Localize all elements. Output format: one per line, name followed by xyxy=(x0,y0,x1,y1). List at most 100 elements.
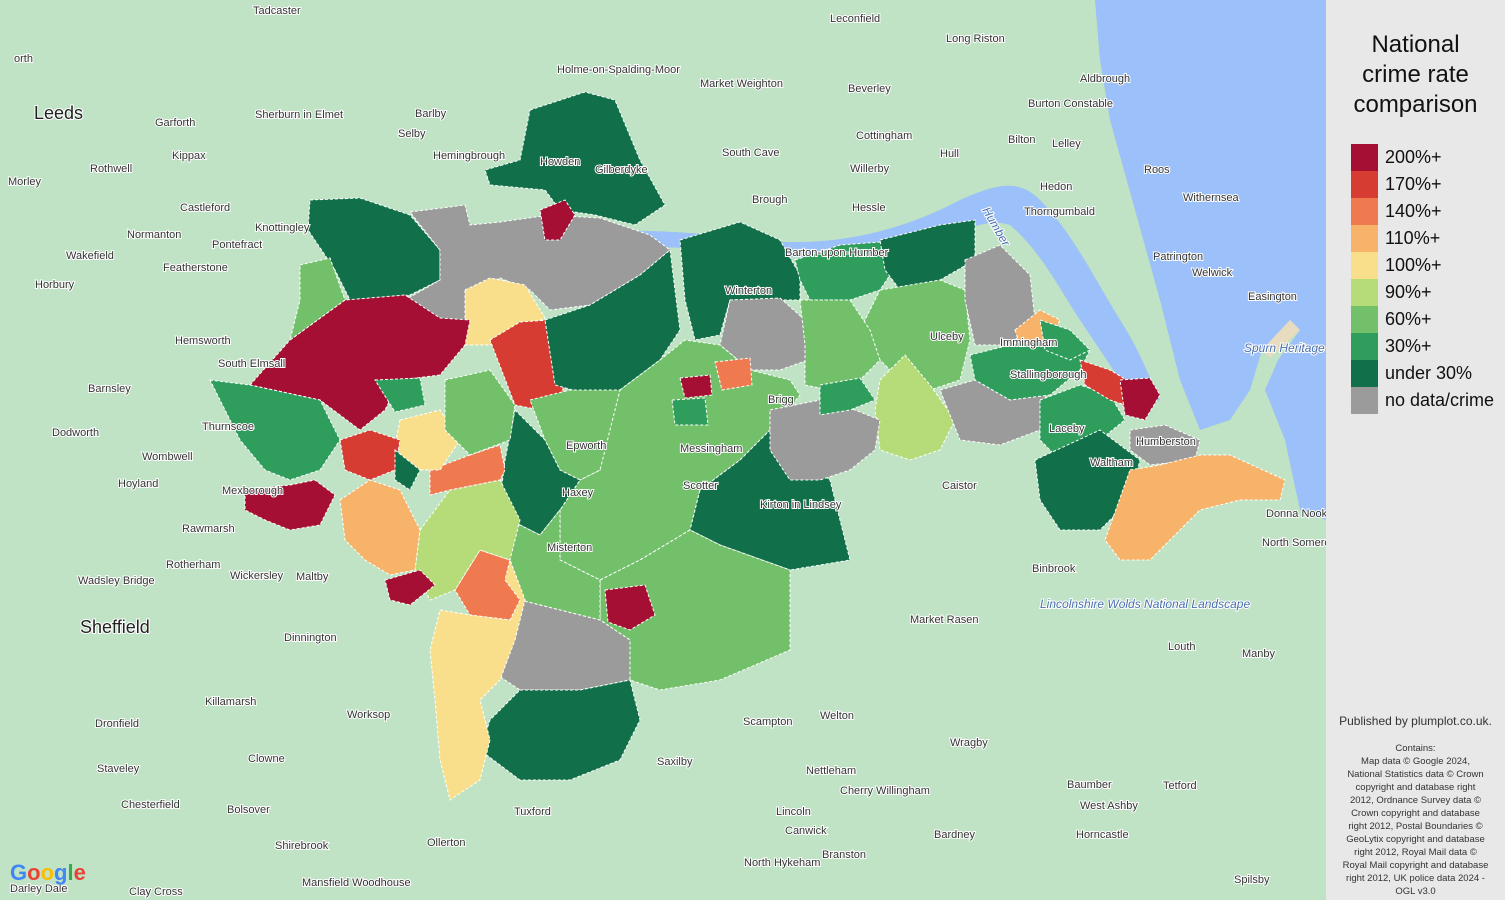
label-kippax: Kippax xyxy=(172,150,206,162)
label-aldbrough: Aldbrough xyxy=(1080,73,1130,85)
label-easington: Easington xyxy=(1248,291,1297,303)
label-worksop: Worksop xyxy=(347,709,390,721)
label-burton-constable: Burton Constable xyxy=(1028,98,1113,110)
label-waltham: Waltham xyxy=(1090,457,1133,469)
google-logo: Google xyxy=(10,860,86,886)
legend-swatch xyxy=(1351,225,1378,252)
label-west-ashby: West Ashby xyxy=(1080,800,1138,812)
label-chesterfield: Chesterfield xyxy=(121,799,180,811)
label-wadsley-bridge: Wadsley Bridge xyxy=(78,575,155,587)
label-staveley: Staveley xyxy=(97,763,140,775)
label-spurn: Spurn Heritage Coast xyxy=(1244,341,1326,355)
legend-panel: National crime rate comparison 200%+ 170%… xyxy=(1326,0,1505,900)
label-wakefield: Wakefield xyxy=(66,250,114,262)
label-market-weighton: Market Weighton xyxy=(700,78,783,90)
label-south-cave: South Cave xyxy=(722,147,779,159)
label-knottingley: Knottingley xyxy=(255,222,310,234)
legend-swatch xyxy=(1351,252,1378,279)
label-humberston: Humberston xyxy=(1136,436,1196,448)
label-hessle: Hessle xyxy=(852,202,886,214)
attribution-line: right 2012, Royal Mail data © xyxy=(1354,847,1477,858)
label-hemsworth: Hemsworth xyxy=(175,335,231,347)
label-cherry-willingham: Cherry Willingham xyxy=(840,785,930,797)
label-canwick: Canwick xyxy=(785,825,827,837)
label-epworth: Epworth xyxy=(566,440,606,452)
district-green-small-2 xyxy=(671,397,709,426)
legend-item: 110%+ xyxy=(1351,225,1501,252)
legend-label: 110%+ xyxy=(1385,228,1441,248)
label-rotherham: Rotherham xyxy=(166,559,220,571)
label-scampton: Scampton xyxy=(743,716,793,728)
legend-title: National crime rate comparison xyxy=(1326,30,1505,120)
label-thurnscoe: Thurnscoe xyxy=(202,421,254,433)
label-sheffield: Sheffield xyxy=(80,617,150,637)
label-ulceby: Ulceby xyxy=(930,331,964,343)
label-clay-cross: Clay Cross xyxy=(129,886,183,898)
label-immingham: Immingham xyxy=(1000,337,1057,349)
legend-label: 30%+ xyxy=(1385,336,1432,356)
attribution-line: National Statistics data © Crown xyxy=(1347,769,1484,780)
legend-item: 90%+ xyxy=(1351,279,1501,306)
label-selby: Selby xyxy=(398,128,426,140)
google-logo-letter: o xyxy=(40,860,55,885)
label-tetford: Tetford xyxy=(1163,780,1197,792)
legend-label: 200%+ xyxy=(1385,147,1442,167)
label-brigg: Brigg xyxy=(768,394,794,406)
attribution-line: right 2012, Postal Boundaries © xyxy=(1348,821,1483,832)
label-branston: Branston xyxy=(822,849,866,861)
legend-swatch xyxy=(1351,387,1378,414)
label-barton: Barton-upon-Humber xyxy=(785,247,889,259)
label-clowne: Clowne xyxy=(248,753,285,765)
attribution-line: Crown copyright and database xyxy=(1351,808,1480,819)
label-dodworth: Dodworth xyxy=(52,427,99,439)
label-morley: Morley xyxy=(8,176,42,188)
legend-label: 60%+ xyxy=(1385,309,1432,329)
legend-swatch xyxy=(1351,333,1378,360)
label-manby: Manby xyxy=(1242,648,1276,660)
label-welton: Welton xyxy=(820,710,854,722)
label-patrington: Patrington xyxy=(1153,251,1203,263)
label-donna-nook: Donna Nook xyxy=(1266,508,1326,520)
label-kirton: Kirton in Lindsey xyxy=(760,499,842,511)
label-featherstone: Featherstone xyxy=(163,262,228,274)
label-scotter: Scotter xyxy=(683,480,718,492)
label-spilsby: Spilsby xyxy=(1234,874,1270,886)
legend-item: 140%+ xyxy=(1351,198,1501,225)
label-rothwell: Rothwell xyxy=(90,163,132,175)
label-caistor: Caistor xyxy=(942,480,977,492)
label-wombwell: Wombwell xyxy=(142,451,193,463)
legend-title-line: crime rate xyxy=(1362,61,1469,88)
label-bardney: Bardney xyxy=(934,829,975,841)
label-barlby: Barlby xyxy=(415,108,447,120)
crime-rate-map: orth Leeds Sheffield Tadcaster Market We… xyxy=(0,0,1326,900)
label-haxey: Haxey xyxy=(562,487,594,499)
label-leconfield: Leconfield xyxy=(830,13,880,25)
legend-item: 30%+ xyxy=(1351,333,1501,360)
district-darkred-small-2 xyxy=(679,374,713,399)
label-hull: Hull xyxy=(940,148,959,160)
label-horbury: Horbury xyxy=(35,279,75,291)
attribution-line: right 2012, UK police data 2024 - xyxy=(1346,873,1485,884)
label-withernsea: Withernsea xyxy=(1183,192,1240,204)
label-saxilby: Saxilby xyxy=(657,756,693,768)
legend-label: 90%+ xyxy=(1385,282,1432,302)
published-credit: Published by plumplot.co.uk. xyxy=(1339,714,1492,728)
label-north-somercotes: North Somercotes xyxy=(1262,537,1326,549)
label-wolds: Lincolnshire Wolds National Landscape xyxy=(1040,597,1250,611)
label-barnsley: Barnsley xyxy=(88,383,131,395)
label-stallingborough: Stallingborough xyxy=(1010,369,1086,381)
label-garforth: Garforth xyxy=(155,117,195,129)
attribution-line: GeoLytix copyright and database xyxy=(1346,834,1485,845)
label-wragby: Wragby xyxy=(950,737,988,749)
label-normanton: Normanton xyxy=(127,229,181,241)
label-hedon: Hedon xyxy=(1040,181,1072,193)
attribution-line: copyright and database right xyxy=(1355,782,1476,793)
legend-item: 200%+ xyxy=(1351,144,1501,171)
legend-swatch xyxy=(1351,171,1378,198)
legend-item: 170%+ xyxy=(1351,171,1501,198)
label-pontefract: Pontefract xyxy=(212,239,262,251)
label-wickersley: Wickersley xyxy=(230,570,284,582)
legend-label: 140%+ xyxy=(1385,201,1442,221)
label-rawmarsh: Rawmarsh xyxy=(182,523,235,535)
legend-label: 170%+ xyxy=(1385,174,1442,194)
